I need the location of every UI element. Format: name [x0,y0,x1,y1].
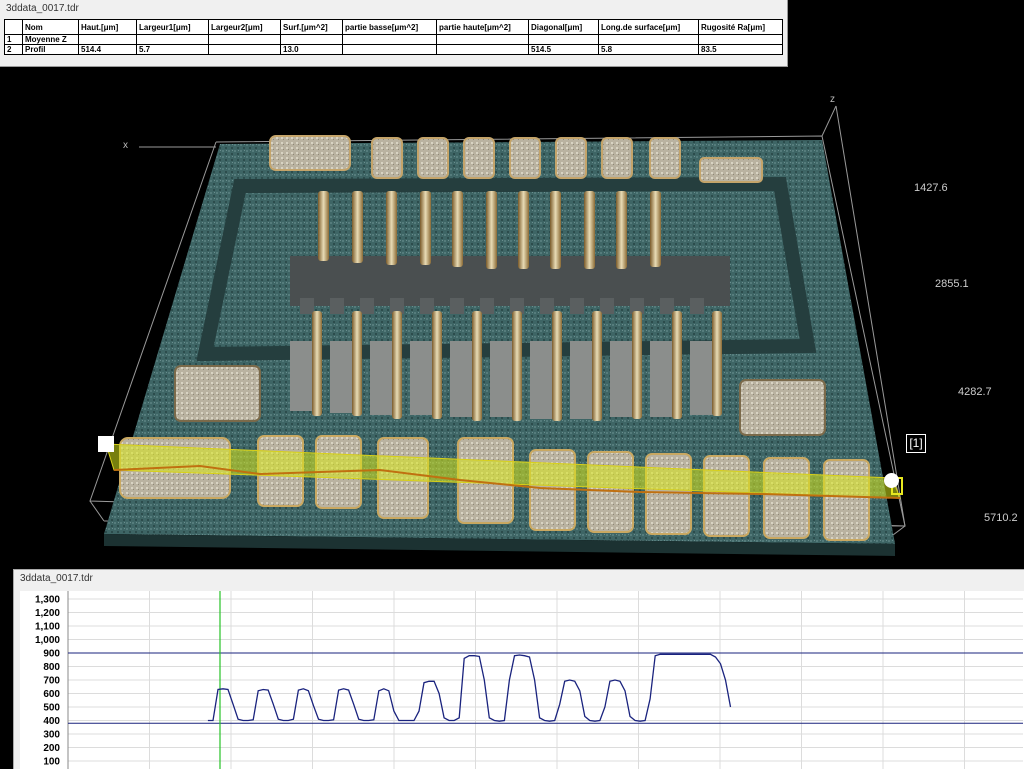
column-header[interactable]: Rugosité Ra[μm] [698,19,783,35]
table-cell [598,34,699,45]
table-cell: 2 [4,44,23,55]
table-cell: 1 [4,34,23,45]
depth-tick-label: 4282.7 [958,386,992,398]
y-tick-label: 1,000 [35,635,60,646]
x-axis-label: x [123,140,128,151]
table-cell [78,34,137,45]
column-header[interactable]: Largeur1[μm] [136,19,209,35]
profile-end-handle[interactable] [884,473,899,488]
table-cell [136,34,209,45]
column-header[interactable]: partie basse[μm^2] [342,19,437,35]
profile-chart[interactable]: 1,300 1,200 1,100 1,000 900 800 700 600 500 400 30… [20,591,1024,769]
y-tick-label: 800 [43,662,60,673]
y-tick-label: 200 [43,743,60,754]
depth-tick-label: 1427.6 [914,182,948,194]
y-tick-label: 1,300 [35,595,60,606]
table-cell [208,44,281,55]
3d-surface-view[interactable]: z x 1427.6 2855.1 4282.7 5710.2 [1] [0,66,1024,568]
y-tick-label: 100 [43,757,60,768]
3d-render[interactable] [0,66,1024,568]
table-header-row: Nom Haut.[μm] Largeur1[μm] Largeur2[μm] … [4,19,783,35]
column-header[interactable] [4,19,23,35]
table-cell [436,34,529,45]
table-cell [528,34,599,45]
table-cell [342,34,437,45]
profile-series-line [207,653,732,722]
window-title: 3ddata_0017.tdr [6,3,79,14]
table-cell: Profil [22,44,79,55]
depth-tick-label: 5710.2 [984,512,1018,524]
table-cell [280,34,343,45]
y-tick-label: 1,200 [35,608,60,619]
column-header[interactable]: Haut.[μm] [78,19,137,35]
measurement-table-window: 3ddata_0017.tdr Nom Haut.[μm] Largeur1[μ… [0,0,788,67]
left-side-pad [174,365,261,422]
window-title: 3ddata_0017.tdr [20,573,93,584]
y-tick-label: 900 [43,649,60,660]
column-header[interactable]: Diagonal[μm] [528,19,599,35]
table-cell [342,44,437,55]
column-header[interactable]: Long.de surface[μm] [598,19,699,35]
y-tick-label: 1,100 [35,622,60,633]
profile-plot[interactable]: 1,300 1,200 1,100 1,000 900 800 700 600 500 400 30… [20,591,1024,769]
column-header[interactable]: Surf.[μm^2] [280,19,343,35]
y-tick-label: 600 [43,689,60,700]
table-cell [436,44,529,55]
right-side-pad [739,379,826,436]
measurement-table[interactable]: Nom Haut.[μm] Largeur1[μm] Largeur2[μm] … [4,19,783,55]
z-axis-label: z [830,94,835,105]
table-cell: Moyenne Z [22,34,79,45]
y-tick-label: 500 [43,703,60,714]
profile-window: 3ddata_0017.tdr 1,300 1,200 1,100 1,000 900 8… [13,569,1024,769]
table-row[interactable]: 2 Profil 514.4 5.7 13.0 514.5 5.8 83.5 [4,44,783,55]
table-row[interactable]: 1 Moyenne Z [4,34,783,45]
table-cell [208,34,281,45]
column-header[interactable]: Largeur2[μm] [208,19,281,35]
y-tick-label: 300 [43,730,60,741]
column-header[interactable]: Nom [22,19,79,35]
profile-start-handle[interactable] [98,436,114,452]
y-tick-label: 700 [43,676,60,687]
column-header[interactable]: partie haute[μm^2] [436,19,529,35]
table-cell: 13.0 [280,44,343,55]
table-cell: 5.8 [598,44,699,55]
profile-marker-label[interactable]: [1] [906,434,926,453]
table-cell: 514.5 [528,44,599,55]
y-tick-label: 400 [43,716,60,727]
table-cell: 514.4 [78,44,137,55]
depth-tick-label: 2855.1 [935,278,969,290]
table-cell [698,34,783,45]
table-cell: 5.7 [136,44,209,55]
table-cell: 83.5 [698,44,783,55]
